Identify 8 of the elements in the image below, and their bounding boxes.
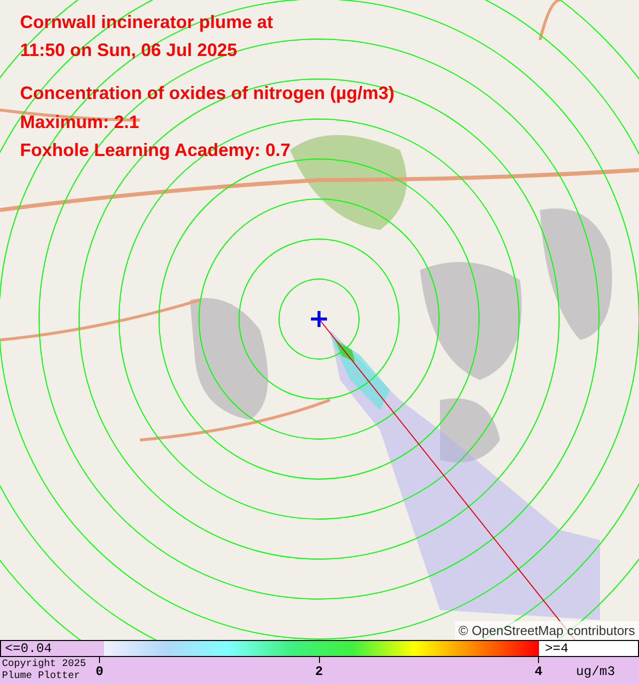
- legend-high-label: >=4: [539, 641, 638, 656]
- map-attribution: © OpenStreetMap contributors: [454, 620, 639, 640]
- unit-label: ug/m3: [576, 664, 616, 680]
- scale-tick-label: 0: [96, 664, 104, 680]
- copyright-text: Plume Plotter: [2, 671, 82, 683]
- scale-tick-label: 4: [534, 664, 542, 680]
- scale-tick-label: 2: [315, 664, 323, 680]
- copyright-text: Copyright 2025: [2, 659, 86, 670]
